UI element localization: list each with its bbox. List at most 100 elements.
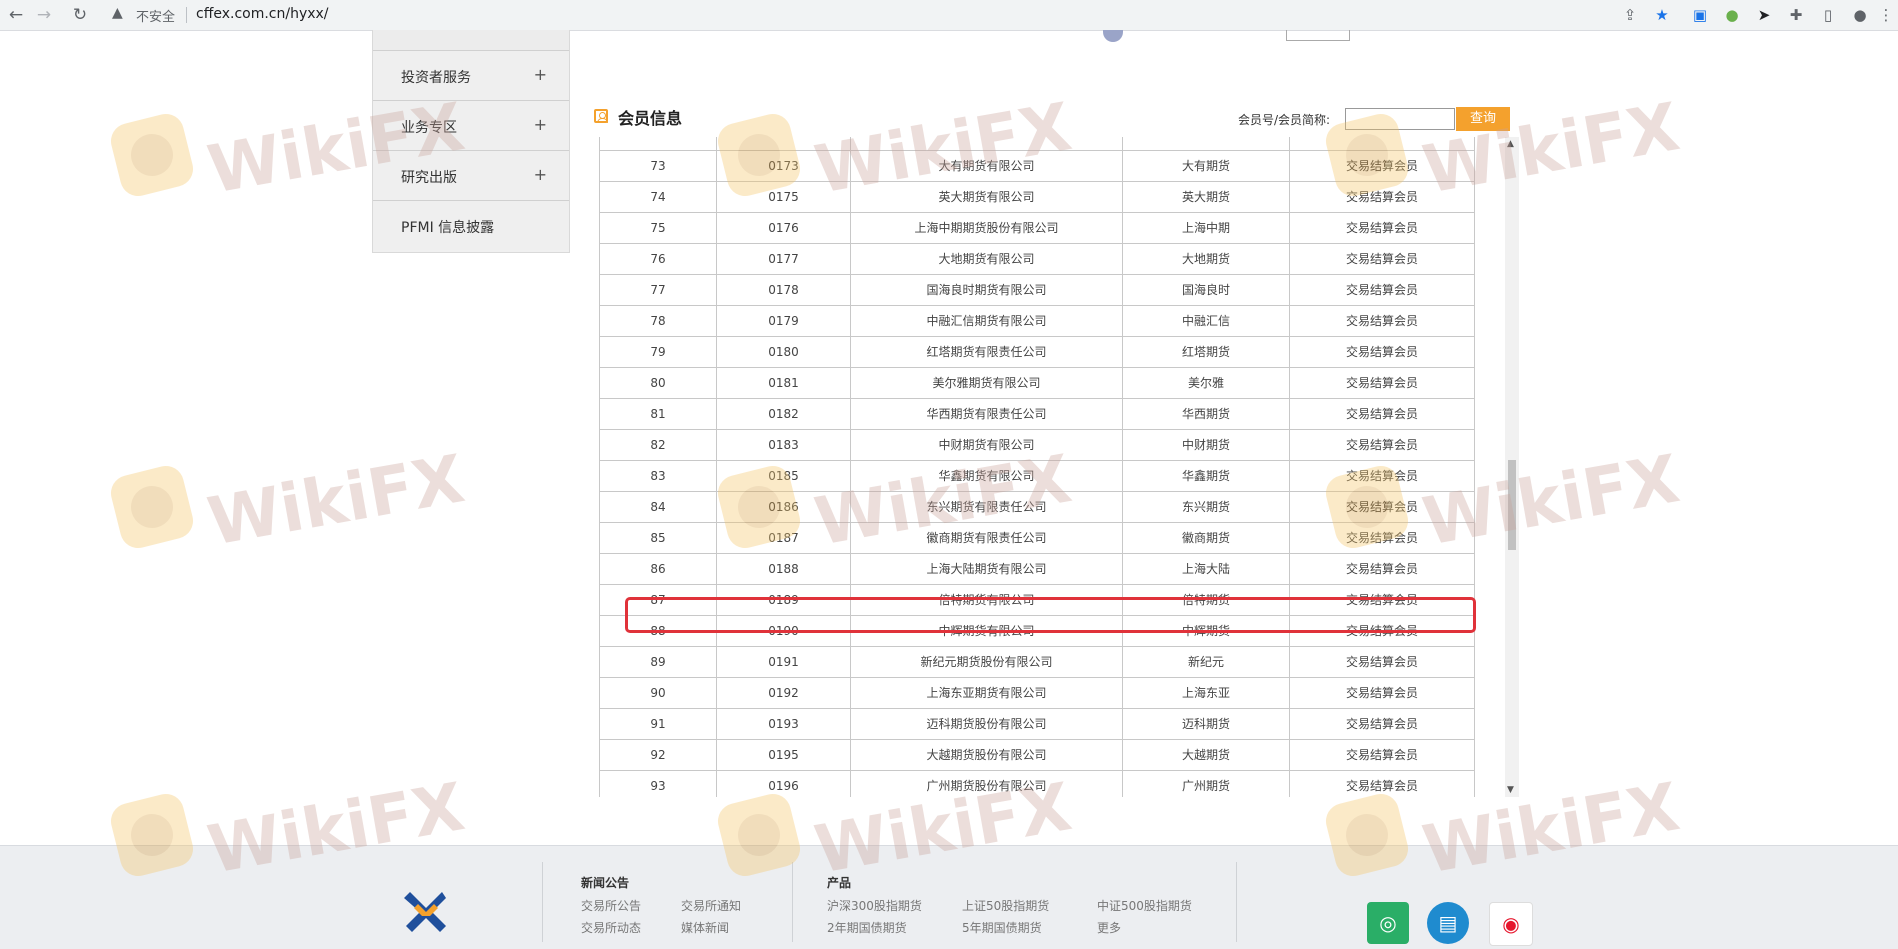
profile-icon[interactable]: ●: [1850, 5, 1870, 25]
table-cell: [1289, 137, 1475, 150]
table-cell-member-type: 交易结算会员: [1289, 151, 1475, 181]
side-panel-icon[interactable]: ▯: [1818, 5, 1838, 25]
table-cell-member-id: 0183: [716, 430, 850, 460]
sidebar-item-business-zone[interactable]: 业务专区 +: [373, 101, 569, 151]
table-row[interactable]: 76 0177 大地期货有限公司 大地期货 交易结算会员: [599, 244, 1475, 275]
sidebar-item-research[interactable]: 研究出版 +: [373, 151, 569, 201]
url-text[interactable]: cffex.com.cn/hyxx/: [196, 6, 329, 22]
table-row[interactable]: 90 0192 上海东亚期货有限公司 上海东亚 交易结算会员: [599, 678, 1475, 709]
table-row-partial: [599, 137, 1475, 151]
table-row[interactable]: 73 0173 大有期货有限公司 大有期货 交易结算会员: [599, 151, 1475, 182]
extension-cursor-icon[interactable]: ➤: [1754, 5, 1774, 25]
footer-link[interactable]: 中证500股指期货: [1097, 897, 1192, 914]
footer-link[interactable]: 沪深300股指期货: [827, 897, 922, 914]
table-cell-member-id: 0189: [716, 585, 850, 615]
footer-link[interactable]: 5年期国债期货: [962, 919, 1042, 936]
table-row[interactable]: 84 0186 东兴期货有限责任公司 东兴期货 交易结算会员: [599, 492, 1475, 523]
table-cell-member-name: 大地期货有限公司: [850, 244, 1122, 274]
table-cell-member-type: 交易结算会员: [1289, 523, 1475, 553]
reload-icon[interactable]: ↻: [70, 5, 90, 25]
table-cell: [599, 137, 716, 150]
scrollbar-thumb[interactable]: [1508, 460, 1516, 550]
table-cell-member-id: 0188: [716, 554, 850, 584]
table-cell-row-number: 75: [599, 213, 716, 243]
table-cell-member-short-name: 华鑫期货: [1122, 461, 1289, 491]
table-cell-member-id: 0185: [716, 461, 850, 491]
scroll-up-arrow-icon[interactable]: ▲: [1507, 139, 1514, 149]
sidebar-item-investor-services[interactable]: 投资者服务 +: [373, 51, 569, 101]
table-row[interactable]: 87 0189 倍特期货有限公司 倍特期货 交易结算会员: [599, 585, 1475, 616]
share-icon[interactable]: ⇪: [1620, 5, 1640, 25]
back-icon[interactable]: ←: [6, 5, 26, 25]
table-cell-member-name: 中财期货有限公司: [850, 430, 1122, 460]
expand-plus-icon[interactable]: +: [534, 165, 547, 184]
footer-link[interactable]: 交易所通知: [681, 897, 741, 914]
extension-circle-icon[interactable]: ●: [1722, 5, 1742, 25]
insecure-label[interactable]: 不安全: [136, 6, 175, 25]
table-cell-member-name: 徽商期货有限责任公司: [850, 523, 1122, 553]
table-row[interactable]: 83 0185 华鑫期货有限公司 华鑫期货 交易结算会员: [599, 461, 1475, 492]
address-bar[interactable]: [104, 2, 1866, 28]
table-cell-member-type: 交易结算会员: [1289, 399, 1475, 429]
book-icon[interactable]: ▤: [1427, 902, 1469, 944]
table-row[interactable]: 74 0175 英大期货有限公司 英大期货 交易结算会员: [599, 182, 1475, 213]
extension-screenshot-icon[interactable]: ▣: [1690, 5, 1710, 25]
warning-icon[interactable]: ▲: [112, 5, 123, 21]
footer-link[interactable]: 交易所公告: [581, 897, 641, 914]
member-table[interactable]: 73 0173 大有期货有限公司 大有期货 交易结算会员 74 0175 英大期货有限公司 英大…: [599, 137, 1519, 797]
divider: [186, 7, 187, 23]
table-row[interactable]: 86 0188 上海大陆期货有限公司 上海大陆 交易结算会员: [599, 554, 1475, 585]
table-cell-row-number: 84: [599, 492, 716, 522]
table-cell-member-name: 大有期货有限公司: [850, 151, 1122, 181]
table-row[interactable]: 89 0191 新纪元期货股份有限公司 新纪元 交易结算会员: [599, 647, 1475, 678]
table-cell-member-short-name: 红塔期货: [1122, 337, 1289, 367]
table-row[interactable]: 77 0178 国海良时期货有限公司 国海良时 交易结算会员: [599, 275, 1475, 306]
table-row[interactable]: 91 0193 迈科期货股份有限公司 迈科期货 交易结算会员: [599, 709, 1475, 740]
table-row[interactable]: 78 0179 中融汇信期货有限公司 中融汇信 交易结算会员: [599, 306, 1475, 337]
table-cell-row-number: 87: [599, 585, 716, 615]
table-cell-member-name: 倍特期货有限公司: [850, 585, 1122, 615]
table-cell-member-short-name: 倍特期货: [1122, 585, 1289, 615]
scroll-down-arrow-icon[interactable]: ▼: [1507, 785, 1514, 795]
table-cell-member-type: 交易结算会员: [1289, 182, 1475, 212]
table-cell-member-type: 交易结算会员: [1289, 368, 1475, 398]
table-cell-member-short-name: 广州期货: [1122, 771, 1289, 797]
extensions-puzzle-icon[interactable]: ✚: [1786, 5, 1806, 25]
sidebar-item-label: 业务专区: [401, 120, 457, 136]
forward-icon[interactable]: →: [34, 5, 54, 25]
wechat-icon[interactable]: ◎: [1367, 902, 1409, 944]
footer-link[interactable]: 2年期国债期货: [827, 919, 907, 936]
table-row[interactable]: 75 0176 上海中期期货股份有限公司 上海中期 交易结算会员: [599, 213, 1475, 244]
table-cell-member-short-name: 中融汇信: [1122, 306, 1289, 336]
table-row[interactable]: 85 0187 徽商期货有限责任公司 徽商期货 交易结算会员: [599, 523, 1475, 554]
table-scrollbar[interactable]: ▲ ▼: [1505, 137, 1519, 797]
search-button[interactable]: 查询: [1456, 107, 1510, 131]
member-search-input[interactable]: [1345, 108, 1455, 130]
sidebar-item-pfmi[interactable]: PFMI 信息披露: [373, 201, 569, 250]
table-cell-member-id: 0182: [716, 399, 850, 429]
table-row[interactable]: 81 0182 华西期货有限责任公司 华西期货 交易结算会员: [599, 399, 1475, 430]
table-cell-member-name: 迈科期货股份有限公司: [850, 709, 1122, 739]
footer-link[interactable]: 更多: [1097, 919, 1121, 936]
table-row[interactable]: 82 0183 中财期货有限公司 中财期货 交易结算会员: [599, 430, 1475, 461]
table-cell-member-name: 广州期货股份有限公司: [850, 771, 1122, 797]
member-table-body: 73 0173 大有期货有限公司 大有期货 交易结算会员 74 0175 英大期货有限公司 英大…: [599, 137, 1475, 797]
watermark-text: WikiFX: [202, 440, 470, 561]
expand-plus-icon[interactable]: +: [534, 65, 547, 84]
table-row[interactable]: 93 0196 广州期货股份有限公司 广州期货 交易结算会员: [599, 771, 1475, 797]
table-row[interactable]: 88 0190 中辉期货有限公司 中辉期货 交易结算会员: [599, 616, 1475, 647]
bookmark-star-icon[interactable]: ★: [1652, 5, 1672, 25]
expand-plus-icon[interactable]: +: [534, 115, 547, 134]
footer-link[interactable]: 上证50股指期货: [962, 897, 1049, 914]
footer-link[interactable]: 交易所动态: [581, 919, 641, 936]
table-row[interactable]: 79 0180 红塔期货有限责任公司 红塔期货 交易结算会员: [599, 337, 1475, 368]
menu-kebab-icon[interactable]: ⋮: [1876, 5, 1896, 25]
table-row[interactable]: 92 0195 大越期货股份有限公司 大越期货 交易结算会员: [599, 740, 1475, 771]
footer-link[interactable]: 媒体新闻: [681, 919, 729, 936]
table-cell-member-type: 交易结算会员: [1289, 678, 1475, 708]
table-cell-member-short-name: 大有期货: [1122, 151, 1289, 181]
table-row[interactable]: 80 0181 美尔雅期货有限公司 美尔雅 交易结算会员: [599, 368, 1475, 399]
table-cell-member-id: 0196: [716, 771, 850, 797]
weibo-icon[interactable]: ◉: [1489, 902, 1533, 946]
table-cell-member-id: 0177: [716, 244, 850, 274]
